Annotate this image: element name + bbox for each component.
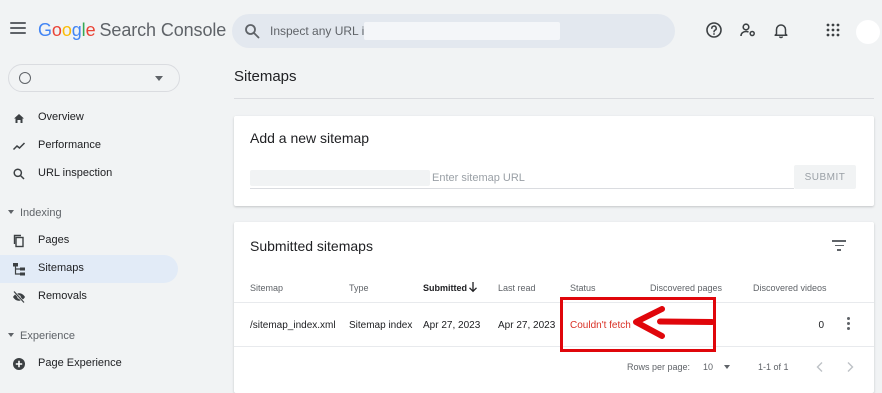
sidebar-item-removals[interactable]: Removals (0, 283, 178, 311)
sidebar-item-url-inspection[interactable]: URL inspection (0, 160, 178, 188)
divider (234, 98, 874, 99)
cell-sitemap[interactable]: /sitemap_index.xml (250, 320, 336, 331)
arrow-down-icon[interactable] (468, 281, 478, 293)
more-options-icon[interactable] (842, 317, 854, 333)
cell-discovered-videos: 0 (818, 320, 824, 331)
cell-submitted: Apr 27, 2023 (423, 320, 481, 331)
sidebar-section-label: Experience (20, 330, 76, 342)
column-header-discovered-pages[interactable]: Discovered pages (650, 283, 722, 293)
submit-button[interactable]: SUBMIT (794, 165, 856, 189)
sidebar-item-label: Page Experience (38, 357, 122, 369)
divider (234, 302, 874, 303)
logo-letter: G (38, 20, 52, 40)
sitemap-icon (12, 262, 26, 276)
rows-per-page-label: Rows per page: (627, 362, 691, 372)
column-header-status[interactable]: Status (570, 283, 596, 293)
logo-letter: g (71, 20, 82, 40)
column-header-type[interactable]: Type (349, 283, 369, 293)
sidebar-nav: Overview Performance URL inspection Inde… (0, 62, 200, 393)
divider (234, 346, 874, 347)
logo-letter: o (51, 20, 62, 40)
chevron-down-icon (724, 365, 730, 369)
redacted-property-url (364, 22, 560, 40)
previous-page-icon[interactable] (814, 360, 826, 374)
card-title: Add a new sitemap (250, 130, 370, 146)
logo-product-name: Search Console (99, 20, 227, 40)
manage-users-icon[interactable] (739, 21, 757, 39)
cell-last-read: Apr 27, 2023 (498, 320, 556, 331)
sidebar-item-label: Performance (38, 139, 101, 151)
trending-icon (12, 139, 26, 153)
globe-icon (19, 72, 31, 84)
sidebar-item-performance[interactable]: Performance (0, 132, 178, 160)
pages-icon (12, 234, 26, 248)
column-header-last-read[interactable]: Last read (498, 283, 536, 293)
add-sitemap-card: Add a new sitemap SUBMIT (234, 116, 874, 206)
search-icon (12, 167, 26, 181)
sidebar-item-label: Sitemaps (38, 262, 84, 274)
apps-grid-icon[interactable] (824, 21, 842, 39)
redacted-url-prefix (250, 170, 430, 186)
sidebar-item-pages[interactable]: Pages (0, 227, 178, 255)
sidebar-item-label: Removals (38, 290, 87, 302)
notifications-icon[interactable] (772, 21, 790, 39)
filter-icon[interactable] (832, 238, 846, 252)
sidebar-item-sitemaps[interactable]: Sitemaps (0, 255, 178, 283)
collapse-arrow-icon (8, 210, 14, 214)
main-menu-button[interactable] (10, 22, 26, 36)
pagination-range: 1-1 of 1 (758, 362, 789, 372)
input-underline (250, 188, 794, 189)
search-console-logo[interactable]: Google Search Console (38, 20, 226, 41)
sidebar-item-label: Overview (38, 111, 84, 123)
logo-letter: o (61, 20, 72, 40)
card-title: Submitted sitemaps (250, 238, 373, 254)
chevron-down-icon (155, 76, 163, 81)
sidebar-section-indexing[interactable]: Indexing (8, 207, 62, 219)
sidebar-section-experience[interactable]: Experience (8, 330, 75, 342)
rows-per-page-value: 10 (703, 362, 714, 372)
help-icon[interactable] (705, 21, 723, 39)
submitted-sitemaps-card: Submitted sitemaps Sitemap Type Submitte… (234, 222, 874, 393)
removals-icon (12, 290, 26, 304)
sitemap-url-input[interactable] (432, 168, 792, 188)
annotation-arrow-icon (633, 306, 714, 339)
collapse-arrow-icon (8, 333, 14, 337)
sidebar-item-label: Pages (38, 234, 70, 246)
column-header-submitted[interactable]: Submitted (423, 283, 467, 293)
column-header-discovered-videos[interactable]: Discovered videos (753, 283, 827, 293)
page-experience-icon (12, 357, 26, 371)
property-selector[interactable] (8, 64, 180, 92)
rows-per-page-select[interactable]: 10 (700, 360, 736, 374)
sidebar-item-page-experience[interactable]: Page Experience (0, 350, 178, 378)
cell-type: Sitemap index (349, 320, 413, 331)
search-icon (245, 24, 260, 39)
column-header-sitemap[interactable]: Sitemap (250, 283, 283, 293)
home-icon (12, 111, 26, 125)
next-page-icon[interactable] (844, 360, 856, 374)
logo-letter: e (85, 20, 96, 40)
top-app-bar: Google Search Console (0, 0, 882, 62)
sidebar-item-overview[interactable]: Overview (0, 104, 178, 132)
sidebar-section-label: Indexing (20, 207, 62, 219)
sidebar-item-label: URL inspection (38, 167, 113, 179)
url-inspection-searchbar[interactable] (232, 14, 675, 48)
page-title: Sitemaps (234, 68, 297, 85)
account-avatar[interactable] (856, 20, 880, 44)
